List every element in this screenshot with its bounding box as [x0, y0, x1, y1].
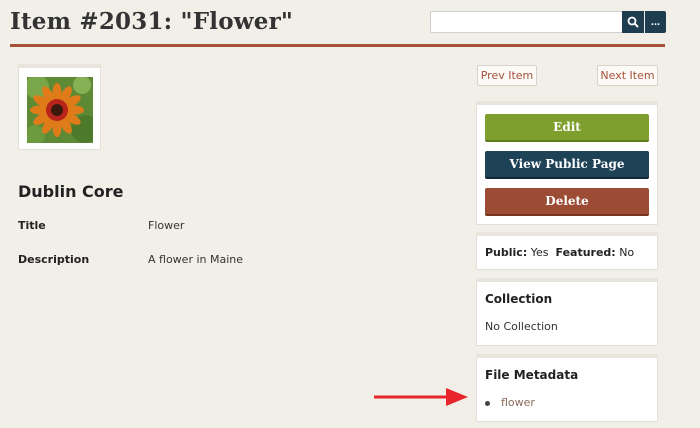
collection-panel — [476, 278, 658, 346]
flower-image — [27, 77, 93, 143]
search-input[interactable] — [430, 11, 622, 33]
description-field-value: A flower in Maine — [148, 253, 244, 266]
public-featured-status: Public: Yes Featured: No — [485, 246, 634, 259]
red-arrow-annotation — [374, 388, 468, 406]
advanced-search-button[interactable]: ... — [645, 11, 666, 33]
item-thumbnail[interactable] — [27, 77, 93, 143]
delete-button[interactable]: Delete — [485, 188, 649, 216]
dublin-core-heading: Dublin Core — [18, 182, 124, 201]
search-button[interactable] — [622, 11, 644, 33]
file-metadata-panel — [476, 354, 658, 422]
file-metadata-heading: File Metadata — [485, 368, 579, 382]
view-public-page-button[interactable]: View Public Page — [485, 151, 649, 179]
public-value: Yes — [530, 246, 549, 259]
description-field-label: Description — [18, 253, 90, 266]
search-icon — [627, 16, 639, 28]
file-link-flower[interactable]: flower — [501, 396, 535, 409]
prev-item-button[interactable]: Prev Item — [477, 65, 537, 86]
collection-heading: Collection — [485, 292, 553, 306]
list-bullet — [485, 401, 490, 406]
public-label: Public: — [485, 246, 528, 259]
item-thumbnail-card — [18, 64, 101, 150]
featured-value: No — [619, 246, 635, 259]
collection-value: No Collection — [485, 320, 558, 333]
page-title: Item #2031: "Flower" — [10, 8, 294, 35]
title-divider — [10, 44, 665, 47]
title-field-value: Flower — [148, 219, 185, 232]
next-item-button[interactable]: Next Item — [597, 65, 658, 86]
featured-label: Featured: — [555, 246, 616, 259]
search-bar: ... — [430, 11, 666, 33]
edit-button[interactable]: Edit — [485, 114, 649, 142]
title-field-label: Title — [18, 219, 46, 232]
